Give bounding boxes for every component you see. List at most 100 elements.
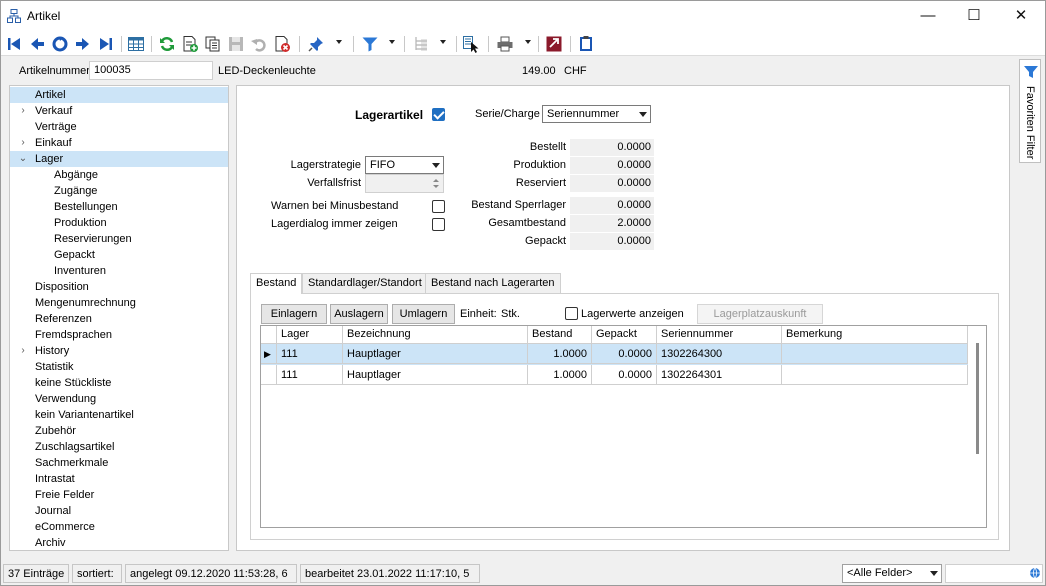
chevron-right-icon[interactable]: ›	[18, 103, 28, 119]
nav-item[interactable]: Referenzen	[10, 311, 228, 327]
nav-item[interactable]: Gepackt	[10, 247, 228, 263]
filter-dropdown-icon[interactable]	[389, 40, 395, 44]
nav-item[interactable]: › Einkauf	[10, 135, 228, 151]
einlagern-button[interactable]: Einlagern	[261, 304, 327, 324]
nav-item[interactable]: Zubehör	[10, 423, 228, 439]
search-globe-icon[interactable]	[1029, 567, 1041, 579]
tree-dropdown-icon[interactable]	[440, 40, 446, 44]
select-pointer-icon[interactable]	[462, 35, 480, 53]
chevron-right-icon[interactable]: ›	[18, 135, 28, 151]
grid-column-header[interactable]: Bestand	[528, 326, 592, 344]
undo-icon[interactable]	[250, 35, 268, 53]
nav-item[interactable]: Mengenumrechnung	[10, 295, 228, 311]
grid-column-header[interactable]: Lager	[277, 326, 343, 344]
nav-item[interactable]: Bestellungen	[10, 199, 228, 215]
export-icon[interactable]	[545, 35, 563, 53]
tab-standardlager[interactable]: Standardlager/Standort	[302, 273, 428, 293]
umlagern-button[interactable]: Umlagern	[392, 304, 455, 324]
favoriten-filter-panel[interactable]: Favoriten Filter	[1019, 59, 1041, 163]
nav-item[interactable]: Journal	[10, 503, 228, 519]
pin-dropdown-icon[interactable]	[336, 40, 342, 44]
nav-item[interactable]: Reservierungen	[10, 231, 228, 247]
table-cell[interactable]: 0.0000	[592, 365, 657, 385]
tab-bestand[interactable]: Bestand	[250, 273, 303, 294]
clipboard-icon[interactable]	[577, 35, 595, 53]
lagerwerte-checkbox[interactable]	[565, 307, 578, 320]
nav-item[interactable]: Sachmerkmale	[10, 455, 228, 471]
minimize-button[interactable]: —	[905, 1, 951, 32]
next-record-icon[interactable]	[74, 35, 92, 53]
nav-item[interactable]: Statistik	[10, 359, 228, 375]
copy-record-icon[interactable]	[204, 35, 222, 53]
table-cell[interactable]: 1.0000	[528, 344, 592, 364]
nav-item[interactable]: Zuschlagsartikel	[10, 439, 228, 455]
lagerartikel-checkbox[interactable]	[432, 108, 445, 121]
nav-item[interactable]: Fremdsprachen	[10, 327, 228, 343]
table-cell[interactable]	[782, 344, 968, 364]
maximize-button[interactable]: ☐	[951, 1, 997, 32]
pin-icon[interactable]	[307, 35, 325, 53]
row-selector[interactable]: ▶	[261, 344, 277, 364]
table-cell[interactable]: Hauptlager	[343, 365, 528, 385]
nav-item[interactable]: Archiv	[10, 535, 228, 550]
nav-item[interactable]: keine Stückliste	[10, 375, 228, 391]
field-filter-select[interactable]: <Alle Felder>	[842, 564, 942, 583]
lagerdialog-checkbox[interactable]	[432, 218, 445, 231]
save-icon[interactable]	[227, 35, 245, 53]
nav-item[interactable]: eCommerce	[10, 519, 228, 535]
nav-item[interactable]: Verwendung	[10, 391, 228, 407]
chevron-down-icon[interactable]: ⌄	[18, 151, 28, 167]
lagerstrategie-select[interactable]: FIFO	[365, 156, 444, 174]
nav-item[interactable]: kein Variantenartikel	[10, 407, 228, 423]
grid-column-header[interactable]: Bezeichnung	[343, 326, 528, 344]
nav-item[interactable]: › Verkauf	[10, 103, 228, 119]
table-view-icon[interactable]	[127, 35, 145, 53]
last-record-icon[interactable]	[97, 35, 115, 53]
table-cell[interactable]: 0.0000	[592, 344, 657, 364]
reload-icon[interactable]	[158, 35, 176, 53]
artikelnummer-field[interactable]: 100035	[89, 61, 213, 80]
table-cell[interactable]: 1.0000	[528, 365, 592, 385]
nav-item[interactable]: Inventuren	[10, 263, 228, 279]
table-cell[interactable]: 111	[277, 365, 343, 385]
table-cell[interactable]: 1302264301	[657, 365, 782, 385]
close-button[interactable]: ✕	[998, 1, 1044, 32]
nav-item[interactable]: ⌄ Lager	[10, 151, 228, 167]
tree-icon[interactable]	[412, 35, 430, 53]
row-selector[interactable]	[261, 365, 277, 385]
auslagern-button[interactable]: Auslagern	[330, 304, 388, 324]
table-row[interactable]: ▶ 111 Hauptlager 1.0000 0.0000 1302264300	[261, 344, 968, 365]
nav-item[interactable]: › History	[10, 343, 228, 359]
grid-scrollbar[interactable]	[976, 343, 979, 454]
print-dropdown-icon[interactable]	[525, 40, 531, 44]
tab-bestand-nach-lagerarten[interactable]: Bestand nach Lagerarten	[425, 273, 561, 293]
table-cell[interactable]: 111	[277, 344, 343, 364]
nav-item[interactable]: Disposition	[10, 279, 228, 295]
nav-item[interactable]: Abgänge	[10, 167, 228, 183]
print-icon[interactable]	[496, 35, 514, 53]
grid-column-header[interactable]: Seriennummer	[657, 326, 782, 344]
nav-item[interactable]: Produktion	[10, 215, 228, 231]
table-row[interactable]: 111 Hauptlager 1.0000 0.0000 1302264301	[261, 365, 968, 386]
table-cell[interactable]: Hauptlager	[343, 344, 528, 364]
nav-item[interactable]: Intrastat	[10, 471, 228, 487]
warnen-minusbestand-checkbox[interactable]	[432, 200, 445, 213]
grid-column-header[interactable]: Gepackt	[592, 326, 657, 344]
delete-icon[interactable]	[273, 35, 291, 53]
nav-item[interactable]: Freie Felder	[10, 487, 228, 503]
new-record-icon[interactable]	[181, 35, 199, 53]
nav-item[interactable]: Verträge	[10, 119, 228, 135]
table-cell[interactable]: 1302264300	[657, 344, 782, 364]
table-cell[interactable]	[782, 365, 968, 385]
nav-item[interactable]: Artikel	[10, 87, 228, 103]
serie-charge-select[interactable]: Seriennummer	[542, 105, 651, 123]
first-record-icon[interactable]	[5, 35, 23, 53]
spin-arrows-icon[interactable]	[431, 176, 441, 191]
refresh-record-icon[interactable]	[51, 35, 69, 53]
lagerplatzauskunft-button[interactable]: Lagerplatzauskunft	[697, 304, 823, 324]
chevron-right-icon[interactable]: ›	[18, 343, 28, 359]
nav-item[interactable]: Zugänge	[10, 183, 228, 199]
grid-column-header[interactable]: Bemerkung	[782, 326, 968, 344]
filter-icon[interactable]	[361, 35, 379, 53]
prev-record-icon[interactable]	[28, 35, 46, 53]
